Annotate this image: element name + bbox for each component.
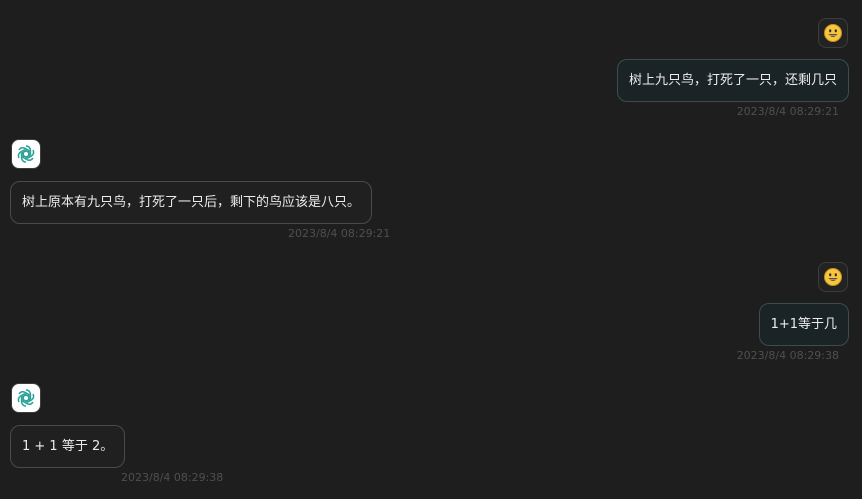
smiley-face-icon: [823, 23, 843, 43]
message-text: 树上九只鸟，打死了一只，还剩几只: [628, 73, 837, 88]
message-text: 1 + 1 等于 2。: [22, 439, 114, 454]
message-text: 1+1等于几: [770, 317, 837, 332]
message-text: 树上原本有九只鸟，打死了一只后，剩下的鸟应该是八只。: [22, 195, 361, 210]
user-message-bubble[interactable]: 1+1等于几: [758, 303, 849, 346]
message-timestamp: 2023/8/4 08:29:21: [736, 105, 839, 118]
assistant-avatar: [11, 383, 41, 413]
assistant-avatar: [11, 139, 41, 169]
message-timestamp: 2023/8/4 08:29:21: [288, 227, 391, 240]
message-timestamp: 2023/8/4 08:29:38: [736, 349, 839, 362]
user-avatar: [818, 262, 848, 292]
smiley-face-icon: [823, 267, 843, 287]
openai-logo-icon: [15, 387, 37, 409]
chat-window[interactable]: 树上九只鸟，打死了一只，还剩几只 2023/8/4 08:29:21 树上原本有…: [0, 0, 862, 499]
assistant-message-bubble[interactable]: 树上原本有九只鸟，打死了一只后，剩下的鸟应该是八只。: [10, 181, 373, 224]
user-avatar: [818, 18, 848, 48]
openai-logo-icon: [15, 143, 37, 165]
message-timestamp: 2023/8/4 08:29:38: [121, 471, 224, 484]
assistant-message-bubble[interactable]: 1 + 1 等于 2。: [10, 425, 126, 468]
user-message-bubble[interactable]: 树上九只鸟，打死了一只，还剩几只: [616, 59, 849, 102]
